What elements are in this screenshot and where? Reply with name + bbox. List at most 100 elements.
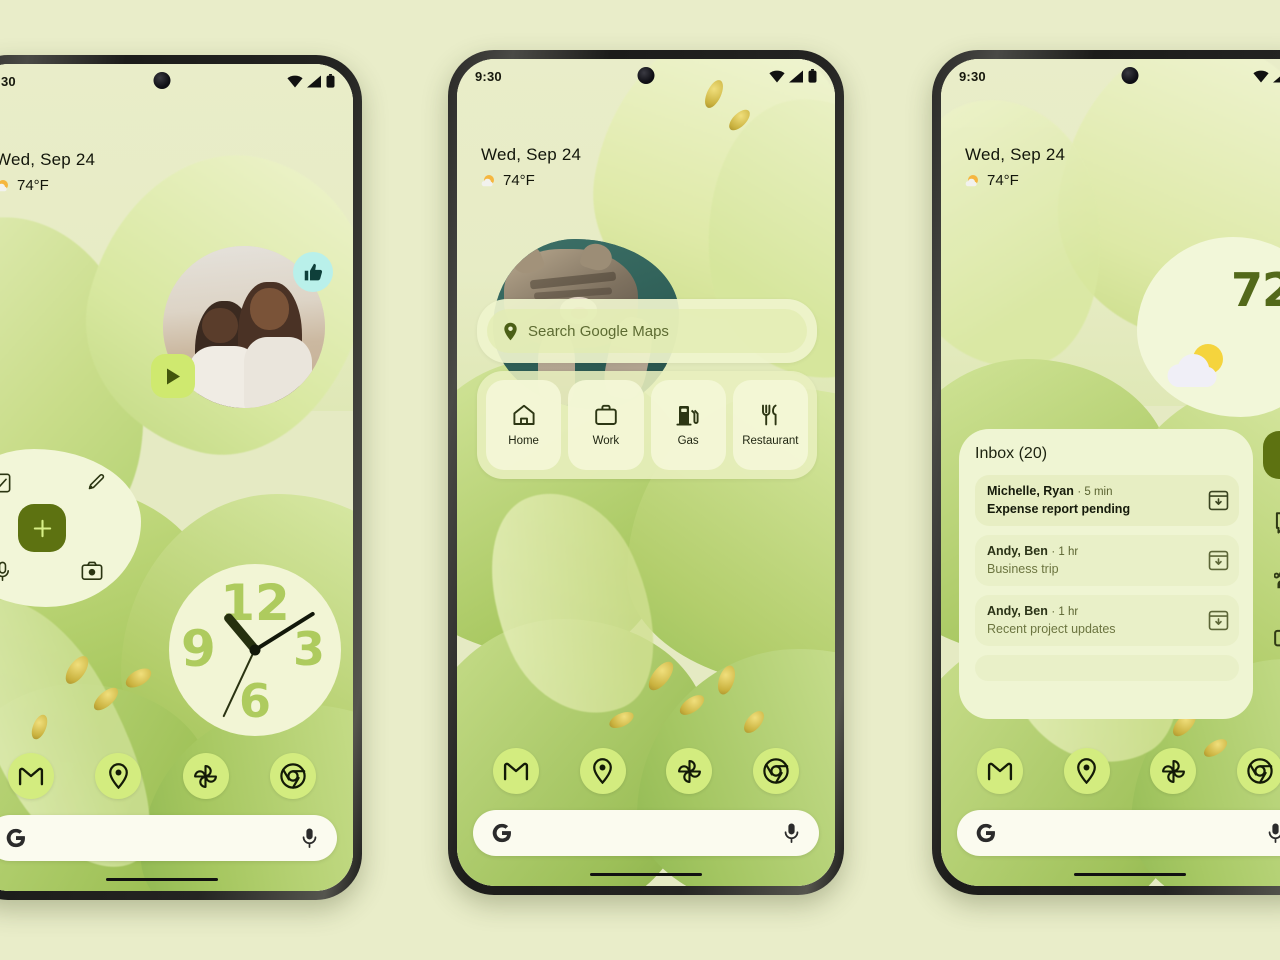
microphone-icon[interactable] (1266, 822, 1280, 844)
google-photos-icon (677, 759, 701, 783)
new-checklist-button[interactable] (0, 473, 11, 493)
search-input[interactable] (513, 825, 782, 841)
gas-pump-icon (676, 405, 699, 426)
mail-list-item[interactable]: Andy, Ben · 1 hr Business trip (975, 535, 1239, 586)
gesture-navigation-bar[interactable] (106, 878, 218, 881)
mail-item-text: Andy, Ben · 1 hr Business trip (987, 544, 1078, 576)
app-dock (0, 753, 353, 799)
briefcase-icon (595, 404, 617, 425)
chrome-icon (763, 758, 789, 784)
maps-search-placeholder: Search Google Maps (528, 322, 669, 340)
new-drawing-button[interactable] (86, 471, 107, 492)
compose-button[interactable] (1263, 431, 1280, 479)
maps-pin-icon (593, 758, 613, 784)
chrome-icon (1247, 758, 1273, 784)
archive-icon[interactable] (1208, 610, 1229, 631)
archive-icon[interactable] (1208, 550, 1229, 571)
dock-app-gmail[interactable] (977, 748, 1024, 794)
meet-button[interactable] (1272, 623, 1280, 653)
dock-app-maps[interactable] (579, 748, 626, 794)
gesture-navigation-bar[interactable] (590, 873, 702, 876)
mail-sender-row: Andy, Ben · 1 hr (987, 544, 1078, 558)
play-memory-button[interactable] (151, 354, 195, 398)
new-note-button[interactable] (18, 504, 66, 552)
analog-clock-widget[interactable]: 12 3 6 9 (169, 564, 341, 736)
status-indicators (769, 69, 817, 83)
maps-shortcut-home[interactable]: Home (486, 380, 562, 470)
search-input[interactable] (997, 825, 1266, 841)
google-search-bar[interactable] (0, 815, 337, 861)
dock-app-photos[interactable] (666, 748, 713, 794)
search-input[interactable] (27, 830, 300, 846)
mail-sender-row: Michelle, Ryan · 5 min (987, 484, 1130, 498)
microphone-icon[interactable] (300, 827, 319, 849)
glance-temp-value: 74°F (17, 177, 49, 194)
plus-icon (33, 519, 51, 537)
status-bar: 9:30 (941, 59, 1280, 93)
at-a-glance-widget[interactable]: Wed, Sep 24 74°F (481, 145, 581, 189)
mail-item-text: Michelle, Ryan · 5 min Expense report pe… (987, 484, 1130, 516)
google-search-bar[interactable] (473, 810, 819, 856)
microphone-icon (0, 561, 9, 582)
chat-button[interactable] (1272, 507, 1280, 537)
gmail-icon (18, 767, 43, 786)
status-clock: 9:30 (959, 68, 986, 84)
maps-shortcut-work[interactable]: Work (568, 380, 644, 470)
microphone-icon[interactable] (782, 822, 801, 844)
glance-weather: 74°F (0, 177, 95, 194)
sun-behind-cloud-icon (1167, 344, 1223, 387)
maps-pin-icon (108, 763, 128, 789)
gesture-navigation-bar[interactable] (1074, 873, 1186, 876)
at-a-glance-widget[interactable]: Wed, Sep 24 74°F (0, 150, 95, 194)
google-search-bar[interactable] (957, 810, 1280, 856)
mail-list-item[interactable]: Michelle, Ryan · 5 min Expense report pe… (975, 475, 1239, 526)
dock-app-photos[interactable] (182, 753, 229, 799)
maps-search-field[interactable]: Search Google Maps (487, 309, 807, 353)
phone-center: 9:30 Wed, Sep 24 74°F Search Google Maps… (448, 50, 844, 895)
dock-app-maps[interactable] (1063, 748, 1110, 794)
front-camera-punch-hole (1121, 67, 1139, 84)
dock-app-gmail[interactable] (7, 753, 54, 799)
clock-center-dot (249, 644, 261, 656)
glance-date: Wed, Sep 24 (0, 150, 96, 169)
photos-memory-widget[interactable] (151, 246, 333, 408)
spaces-button[interactable] (1272, 565, 1280, 595)
dock-app-chrome[interactable] (1236, 748, 1280, 794)
phone-left-screen: 9:30 Wed, Sep 24 74°F (0, 64, 353, 891)
google-maps-widget[interactable]: Search Google Maps Home Work Gas Restaur… (477, 299, 817, 479)
at-a-glance-widget[interactable]: Wed, Sep 24 74°F (965, 145, 1065, 189)
mail-list-item-partial[interactable] (975, 655, 1239, 681)
dock-app-gmail[interactable] (493, 748, 540, 794)
google-g-icon (6, 828, 25, 848)
dock-app-maps[interactable] (95, 753, 142, 799)
google-photos-icon (194, 764, 218, 788)
wifi-icon (287, 75, 303, 87)
maps-search-container[interactable]: Search Google Maps (477, 299, 817, 363)
maps-shortcut-restaurant[interactable]: Restaurant (732, 380, 808, 470)
screenshot-stage: 9:30 Wed, Sep 24 74°F (0, 0, 1280, 960)
status-indicators (287, 74, 335, 88)
maps-pin-icon (1077, 758, 1097, 784)
checkbox-icon (0, 473, 11, 493)
mail-list-item[interactable]: Andy, Ben · 1 hr Recent project updates (975, 595, 1239, 646)
maps-shortcut-label: Home (508, 434, 539, 447)
archive-icon[interactable] (1208, 490, 1229, 511)
mail-sender: Andy, Ben (987, 544, 1048, 558)
dock-app-photos[interactable] (1150, 748, 1197, 794)
new-photo-note-button[interactable] (81, 561, 103, 581)
maps-shortcut-gas[interactable]: Gas (650, 380, 726, 470)
dock-app-chrome[interactable] (270, 753, 317, 799)
dock-app-chrome[interactable] (752, 748, 799, 794)
mail-time: 5 min (1084, 486, 1113, 498)
thumbs-up-icon (304, 263, 322, 280)
sun-behind-cloud-icon (965, 175, 978, 187)
gmail-inbox-widget[interactable]: Inbox (20) Michelle, Ryan · 5 min Expens… (959, 429, 1253, 719)
mail-sender-row: Andy, Ben · 1 hr (987, 604, 1116, 618)
inbox-title: Inbox (20) (975, 445, 1048, 462)
new-voice-note-button[interactable] (0, 561, 12, 582)
chrome-icon (280, 763, 306, 789)
cellular-signal-icon (789, 70, 803, 82)
camera-icon (81, 561, 103, 580)
glance-weather: 74°F (481, 172, 581, 189)
reaction-thumbs-up-button[interactable] (293, 252, 333, 292)
